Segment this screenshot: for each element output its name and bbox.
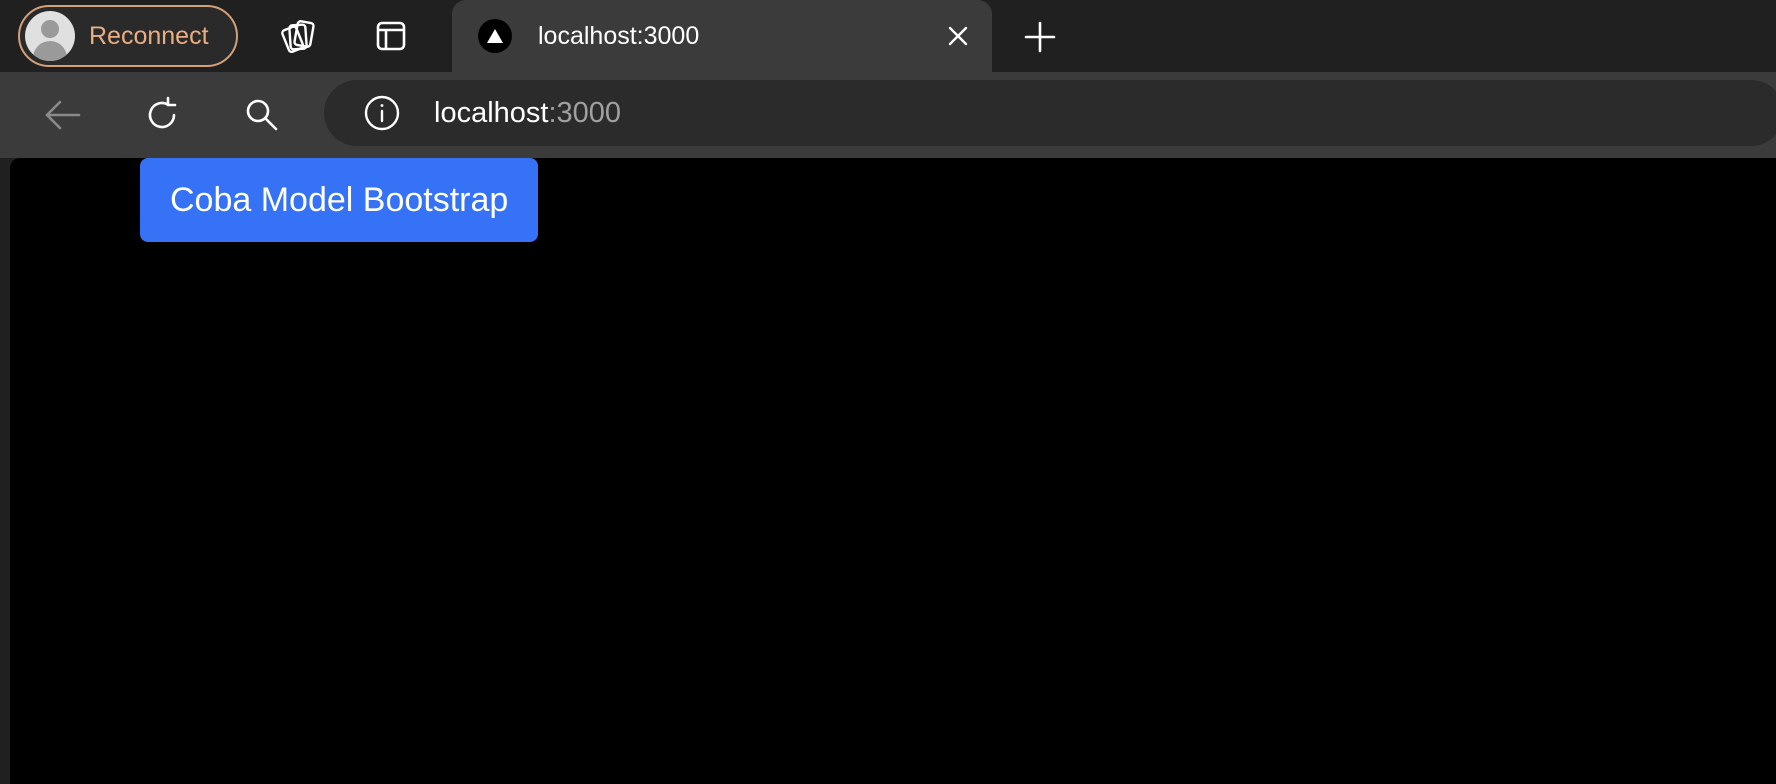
search-icon[interactable] bbox=[237, 90, 287, 140]
avatar bbox=[25, 11, 75, 61]
url-host: localhost bbox=[434, 96, 549, 129]
profile-reconnect-button[interactable]: Reconnect bbox=[18, 5, 238, 67]
page-viewport: Coba Model Bootstrap bbox=[10, 158, 1776, 784]
site-info-icon[interactable] bbox=[362, 93, 402, 133]
coba-model-bootstrap-button[interactable]: Coba Model Bootstrap bbox=[140, 158, 539, 242]
url-port: :3000 bbox=[548, 96, 622, 129]
url-text[interactable]: localhost:3000 bbox=[434, 97, 621, 130]
collections-icon[interactable] bbox=[276, 13, 322, 59]
back-arrow-icon[interactable] bbox=[38, 90, 88, 140]
new-tab-button[interactable] bbox=[1016, 13, 1064, 61]
tab-localhost[interactable]: localhost:3000 bbox=[452, 0, 992, 72]
close-tab-icon[interactable] bbox=[938, 16, 978, 56]
triangle-logo-icon bbox=[478, 19, 512, 53]
navigation-toolbar: localhost:3000 bbox=[0, 72, 1776, 158]
tab-strip: Reconnect localhost:3000 bbox=[0, 0, 1776, 72]
browser-window: Reconnect localhost:3000 localhost:3000 … bbox=[0, 0, 1776, 784]
tab-title: localhost:3000 bbox=[538, 21, 700, 50]
vertical-tabs-icon[interactable] bbox=[368, 13, 414, 59]
address-bar[interactable]: localhost:3000 bbox=[324, 80, 1776, 146]
refresh-icon[interactable] bbox=[137, 90, 187, 140]
profile-label: Reconnect bbox=[89, 21, 209, 50]
